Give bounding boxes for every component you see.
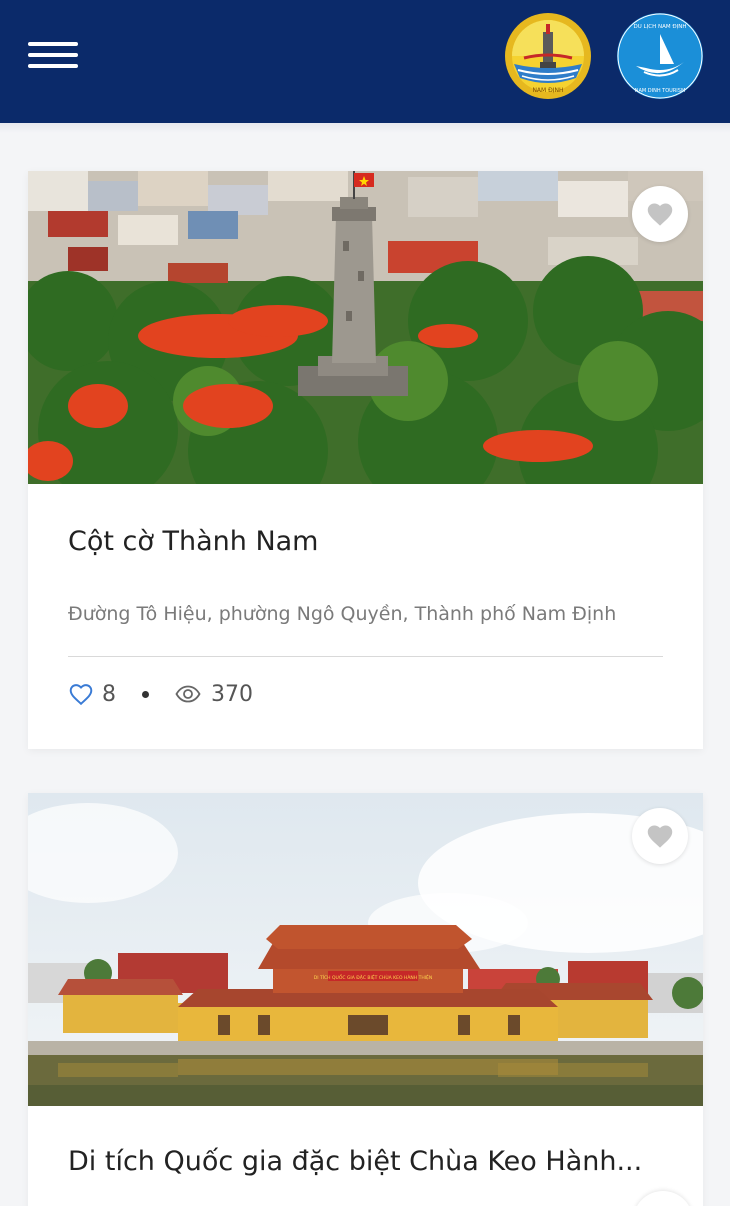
heart-outline-icon[interactable]	[68, 682, 94, 706]
favorite-button[interactable]	[632, 808, 688, 864]
views-count: 370	[211, 681, 253, 707]
likes-count: 8	[102, 681, 116, 707]
eye-icon	[175, 685, 201, 703]
tourism-text-top: DU LỊCH NAM ĐỊNH	[634, 24, 687, 30]
place-card[interactable]: DI TÍCH QUỐC GIA ĐẶC BIỆT CHÙA KEO HÀNH …	[28, 793, 703, 1206]
separator-dot	[142, 690, 149, 698]
place-card[interactable]: Cột cờ Thành Nam Đường Tô Hiệu, phường N…	[28, 171, 703, 749]
header-shadow	[0, 123, 730, 133]
place-title[interactable]: Cột cờ Thành Nam	[68, 526, 319, 557]
tourism-text-bottom: NAM DINH TOURISM	[635, 88, 686, 94]
nam-dinh-tourism-logo[interactable]: DU LỊCH NAM ĐỊNH NAM DINH TOURISM	[616, 12, 704, 100]
divider	[68, 656, 663, 657]
place-photo[interactable]: DI TÍCH QUỐC GIA ĐẶC BIỆT CHÙA KEO HÀNH …	[28, 793, 703, 1106]
partial-button[interactable]	[633, 1191, 693, 1206]
favorite-button[interactable]	[632, 186, 688, 242]
nam-dinh-emblem-logo[interactable]: NAM ĐỊNH	[504, 12, 592, 100]
emblem-text: NAM ĐỊNH	[532, 87, 563, 94]
top-app-bar: NAM ĐỊNH DU LỊCH NAM ĐỊNH NAM DINH TOURI…	[0, 0, 730, 123]
place-stats: 8 370	[68, 676, 253, 712]
place-title[interactable]: Di tích Quốc gia đặc biệt Chùa Keo Hành.…	[68, 1146, 642, 1177]
heart-icon	[647, 825, 673, 848]
place-photo[interactable]	[28, 171, 703, 484]
place-address: Đường Tô Hiệu, phường Ngô Quyền, Thành p…	[68, 603, 617, 625]
hamburger-menu-icon[interactable]	[28, 40, 80, 70]
heart-icon	[647, 203, 673, 226]
